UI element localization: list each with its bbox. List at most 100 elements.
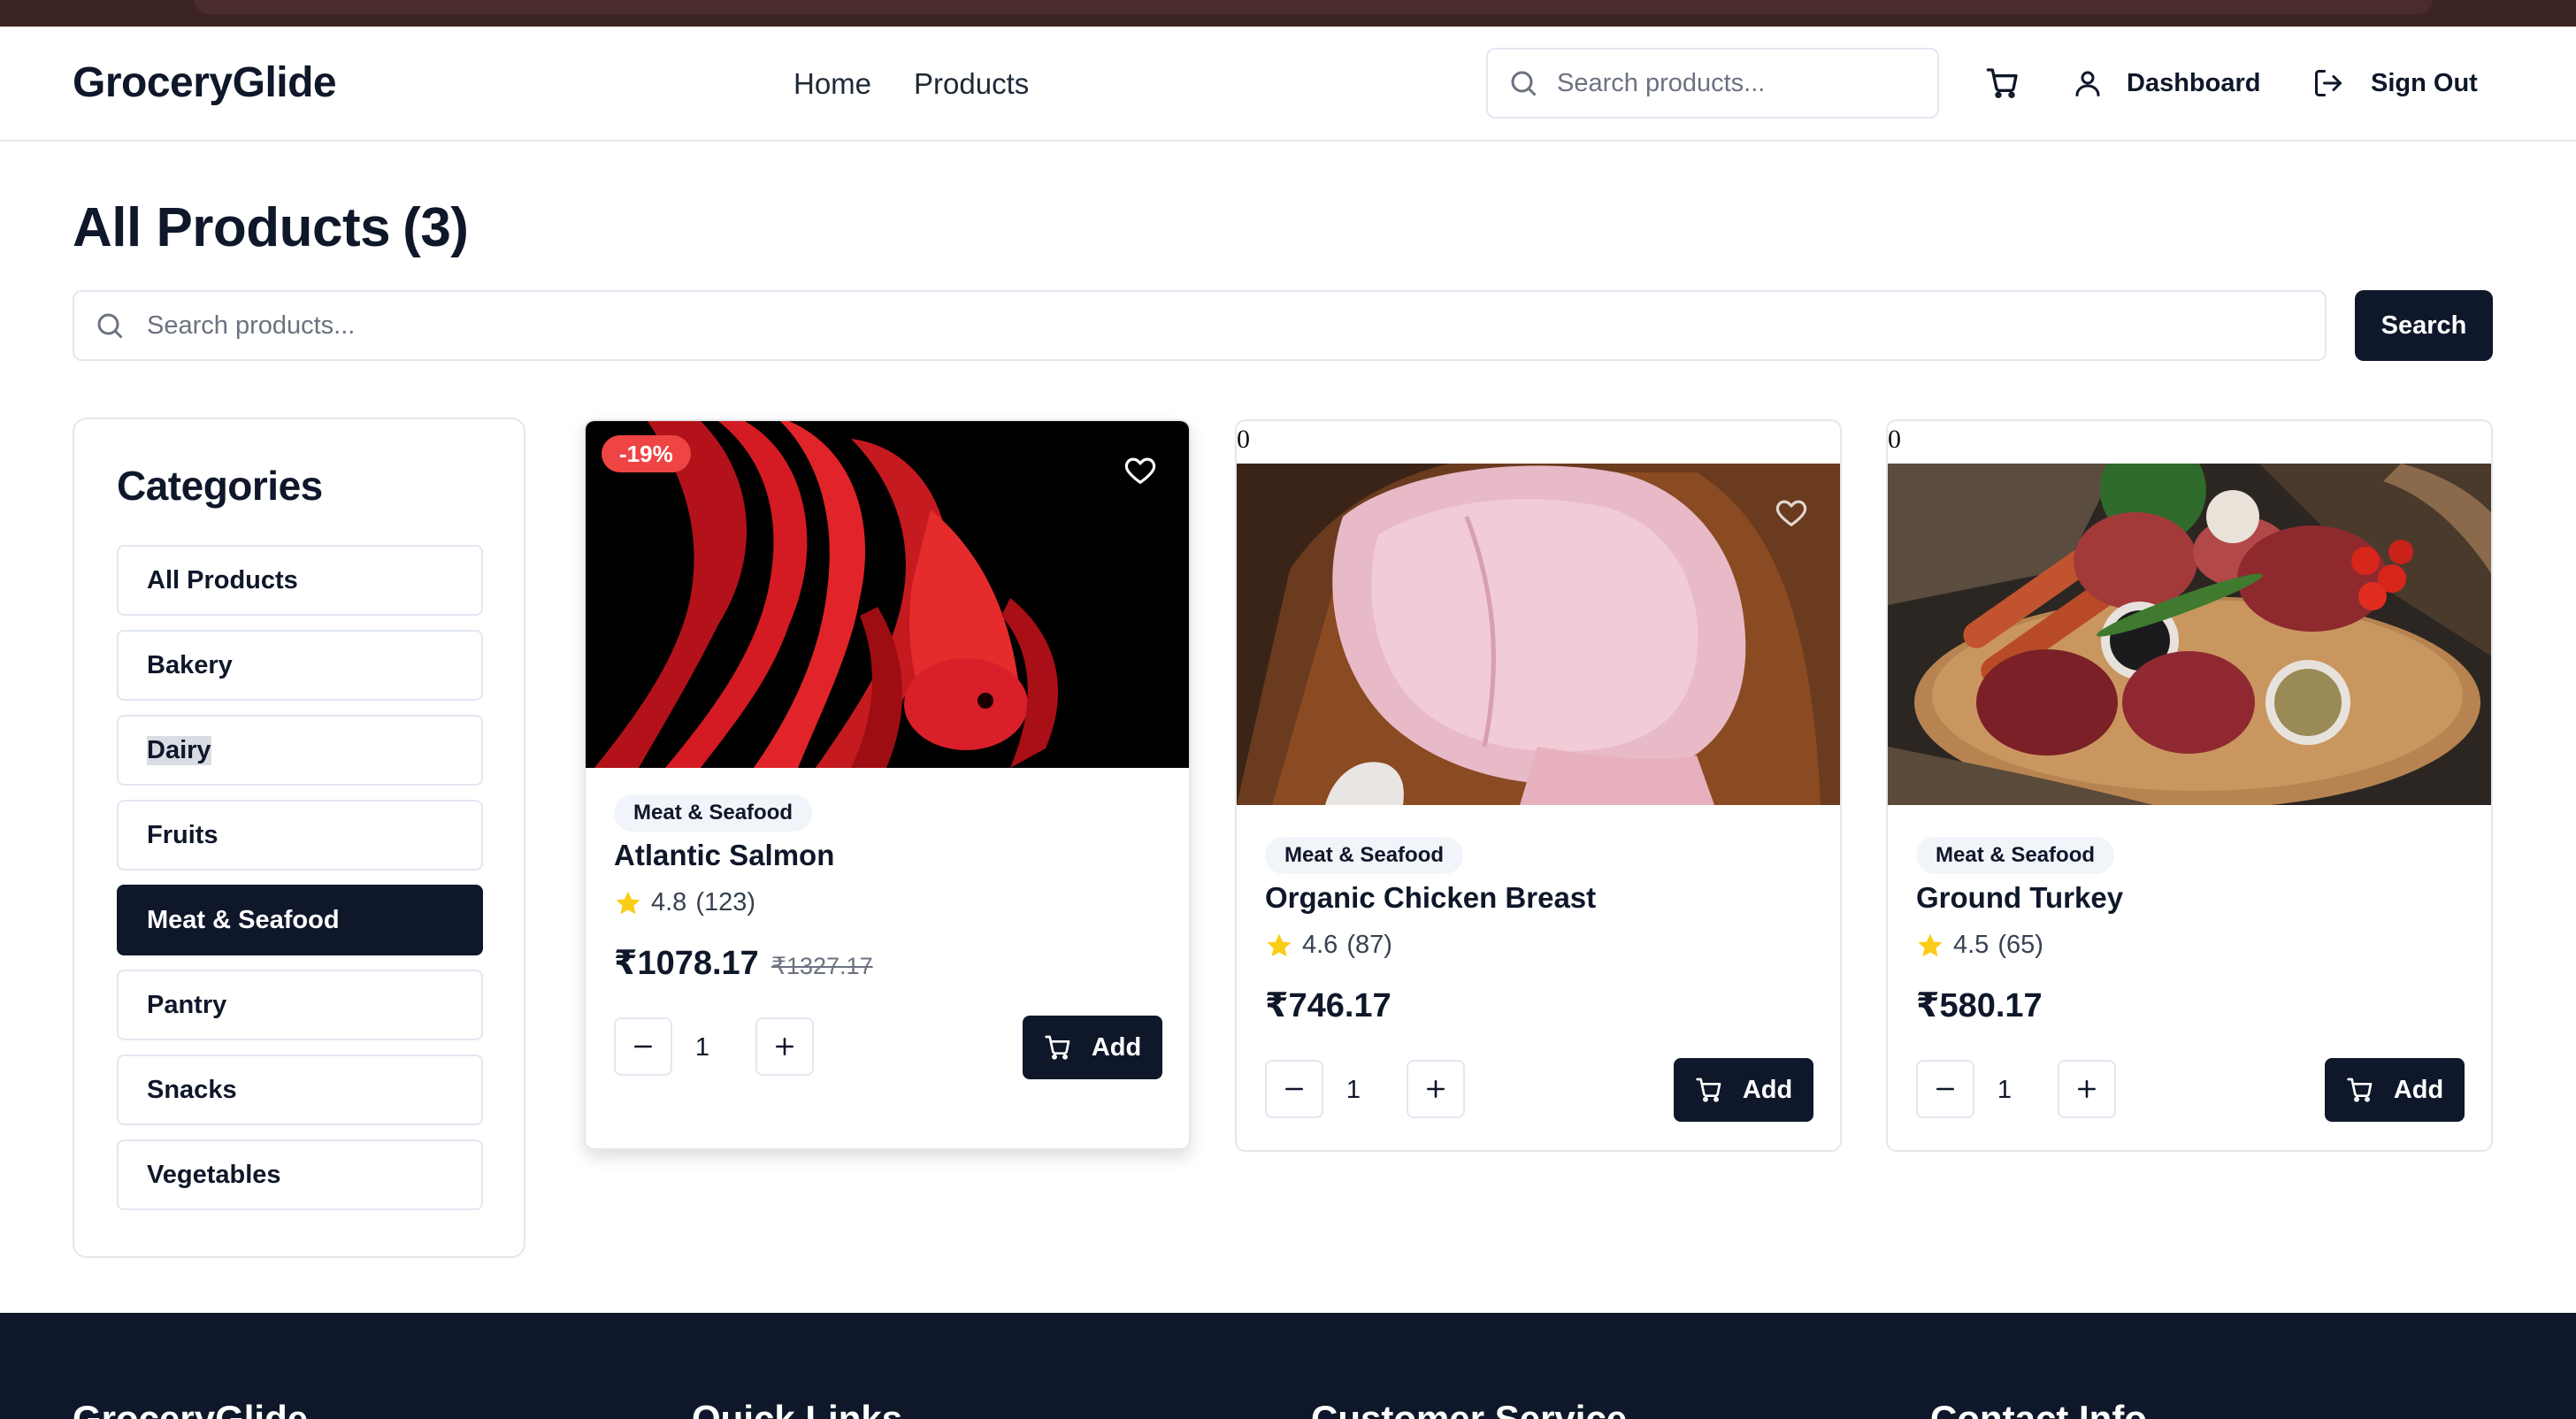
plus-icon (2078, 1080, 2096, 1098)
stray-text: 0 (1888, 425, 1901, 454)
increase-quantity-button[interactable] (1407, 1060, 1465, 1118)
product-image[interactable] (1888, 464, 2491, 810)
header-search-box[interactable] (1486, 48, 1939, 119)
category-bakery[interactable]: Bakery (117, 630, 483, 701)
rating-value: 4.8 (651, 888, 687, 917)
current-price: ₹580.17 (1916, 987, 2043, 1024)
sign-out-button[interactable]: Sign Out (2312, 62, 2478, 104)
add-label: Add (1742, 1075, 1793, 1104)
product-search-box[interactable] (73, 290, 2327, 361)
plus-icon (1427, 1080, 1445, 1098)
meat-platter-image (1888, 464, 2491, 809)
product-name[interactable]: Atlantic Salmon (614, 839, 834, 872)
add-to-cart-button[interactable]: Add (2325, 1058, 2465, 1122)
discount-badge: -19% (602, 435, 691, 472)
product-card[interactable]: 0 Meat & Seafood Organic Chicken Breast … (1235, 419, 1842, 1152)
category-snacks[interactable]: Snacks (117, 1055, 483, 1125)
product-rating: 4.8 (123) (614, 888, 755, 917)
search-button[interactable]: Search (2355, 290, 2493, 361)
product-image[interactable] (1237, 464, 1840, 810)
category-dairy-label: Dairy (147, 735, 211, 765)
brand-logo[interactable]: GroceryGlide (73, 58, 337, 107)
site-footer: GroceryGlide Quick Links Customer Servic… (0, 1313, 2576, 1419)
product-card[interactable]: 0 Meat & Seafood Ground Turkey 4.5 (65) … (1886, 419, 2493, 1152)
nav-products-link[interactable]: Products (914, 67, 1029, 101)
rating-count: (123) (695, 888, 756, 917)
product-name[interactable]: Organic Chicken Breast (1265, 881, 1596, 915)
category-fruits[interactable]: Fruits (117, 800, 483, 871)
decrease-quantity-button[interactable] (1265, 1060, 1323, 1118)
search-icon (97, 313, 123, 339)
category-vegetables[interactable]: Vegetables (117, 1139, 483, 1210)
category-pantry[interactable]: Pantry (117, 970, 483, 1040)
star-icon (616, 891, 640, 914)
rating-count: (87) (1346, 931, 1392, 959)
product-image[interactable] (586, 421, 1189, 768)
footer-customer-service-heading: Customer Service (1311, 1398, 1628, 1419)
product-price: ₹580.17 (1916, 986, 2043, 1025)
product-price: ₹746.17 (1265, 986, 1392, 1025)
betta-fish-image (586, 421, 1189, 768)
add-to-cart-button[interactable]: Add (1674, 1058, 1813, 1122)
category-tag: Meat & Seafood (1265, 837, 1464, 874)
product-search-input[interactable] (145, 310, 2268, 341)
user-icon (2075, 71, 2100, 96)
page-title-text: All Products (73, 197, 391, 258)
add-label: Add (1091, 1032, 1142, 1062)
browser-address-bar (195, 0, 2433, 14)
minus-icon (1936, 1087, 1954, 1091)
rating-value: 4.6 (1302, 931, 1338, 959)
star-icon (1918, 933, 1943, 956)
category-meat-seafood[interactable]: Meat & Seafood (117, 885, 483, 955)
product-price: ₹1078.17 ₹1327.17 (614, 943, 873, 983)
current-price: ₹746.17 (1265, 987, 1392, 1024)
dashboard-button[interactable]: Dashboard (2072, 62, 2260, 104)
cart-icon (1045, 1035, 1070, 1060)
product-count: (3) (402, 197, 469, 258)
chicken-breast-image (1237, 464, 1840, 805)
quantity-value: 1 (694, 1033, 710, 1062)
sign-out-label: Sign Out (2371, 68, 2478, 97)
quantity-value: 1 (1997, 1076, 2012, 1104)
category-all-products[interactable]: All Products (117, 545, 483, 616)
product-rating: 4.5 (65) (1916, 931, 2043, 960)
header-search-input[interactable] (1555, 67, 1909, 99)
category-dairy[interactable]: Dairy (117, 715, 483, 786)
add-to-cart-button[interactable]: Add (1023, 1016, 1162, 1079)
footer-contact-info-heading: Contact Info (1930, 1398, 2147, 1419)
categories-panel: Categories All Products Bakery Dairy Fru… (73, 418, 525, 1258)
current-price: ₹1078.17 (614, 945, 759, 982)
dashboard-label: Dashboard (2127, 68, 2261, 97)
product-rating: 4.6 (87) (1265, 931, 1392, 960)
add-label: Add (2393, 1075, 2444, 1104)
cart-icon (2347, 1078, 2373, 1102)
plus-icon (776, 1038, 794, 1055)
rating-count: (65) (1997, 931, 2043, 959)
search-icon (1511, 71, 1537, 96)
rating-value: 4.5 (1953, 931, 1990, 959)
decrease-quantity-button[interactable] (614, 1017, 672, 1076)
stray-text: 0 (1237, 425, 1250, 454)
footer-brand: GroceryGlide (73, 1398, 309, 1419)
cart-icon[interactable] (1985, 65, 2020, 101)
categories-title: Categories (117, 463, 323, 509)
increase-quantity-button[interactable] (2058, 1060, 2116, 1118)
increase-quantity-button[interactable] (755, 1017, 814, 1076)
star-icon (1267, 933, 1292, 956)
footer-quick-links-heading: Quick Links (692, 1398, 903, 1419)
main-nav: Home Products (794, 67, 1029, 101)
browser-top-strip (0, 0, 2576, 27)
product-card[interactable]: -19% Meat & Seafood Atlantic Salmon 4.8 … (584, 419, 1191, 1150)
heart-icon[interactable] (1123, 453, 1157, 487)
product-name[interactable]: Ground Turkey (1916, 881, 2123, 915)
category-tag: Meat & Seafood (1916, 837, 2115, 874)
sign-out-icon (2315, 70, 2342, 96)
site-header: GroceryGlide Home Products Dashboard Sig… (0, 27, 2576, 142)
quantity-value: 1 (1346, 1076, 1361, 1104)
minus-icon (634, 1045, 652, 1048)
nav-home-link[interactable]: Home (794, 67, 871, 101)
minus-icon (1285, 1087, 1303, 1091)
heart-icon[interactable] (1775, 495, 1808, 529)
decrease-quantity-button[interactable] (1916, 1060, 1974, 1118)
category-tag: Meat & Seafood (614, 794, 813, 832)
